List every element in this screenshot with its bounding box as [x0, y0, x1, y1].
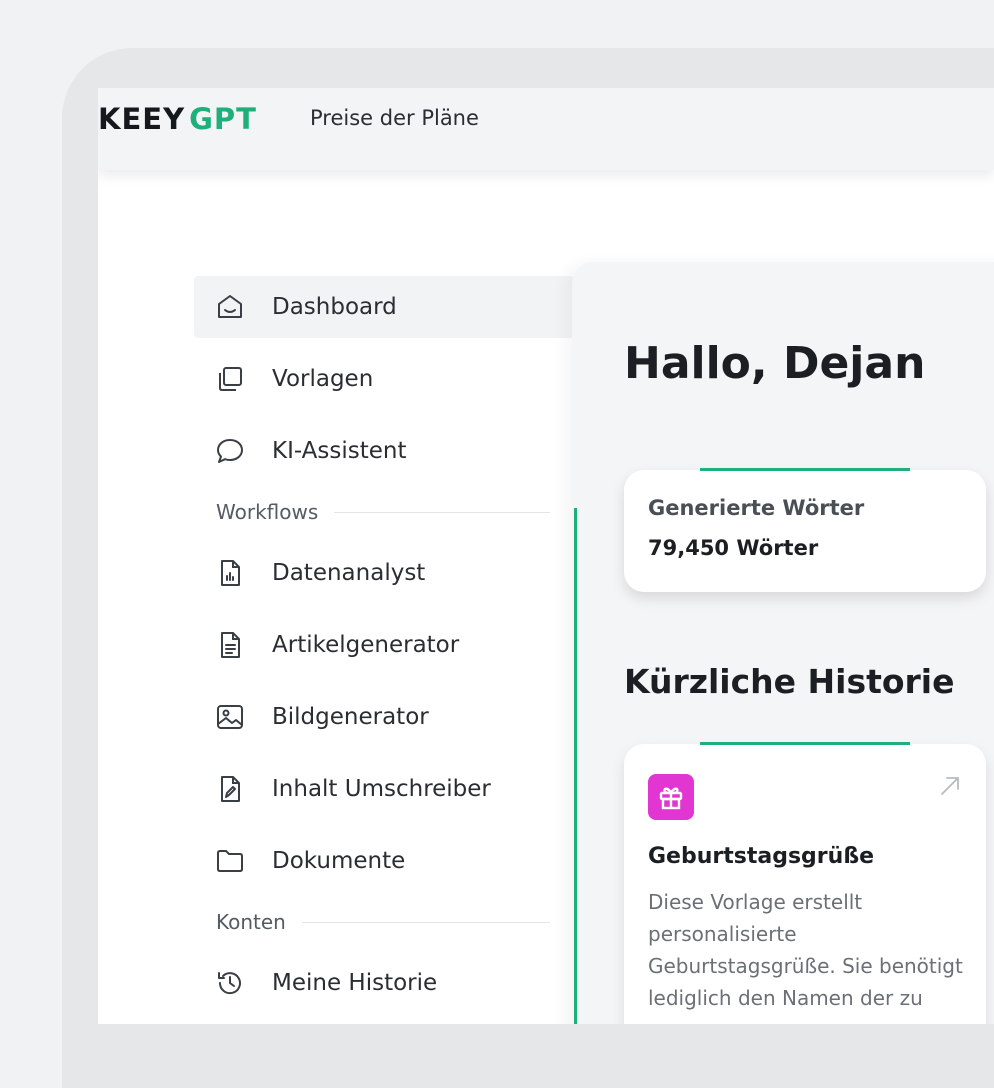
section-divider [334, 511, 550, 513]
sidebar-item-vorlagen[interactable]: Vorlagen [194, 348, 574, 410]
card-accent-bar [700, 468, 910, 471]
sidebar-item-artikelgenerator[interactable]: Artikelgenerator [194, 614, 574, 676]
history-icon [214, 967, 246, 999]
document-icon [214, 629, 246, 661]
section-label: Konten [216, 910, 286, 934]
gift-icon [648, 774, 694, 820]
sidebar-item-dokumente[interactable]: Dokumente [194, 830, 574, 892]
main-accent-line [574, 508, 577, 1024]
logo-text-right: GPT [189, 102, 257, 136]
sidebar-item-dashboard[interactable]: Dashboard [194, 276, 574, 338]
sidebar-item-label: Bildgenerator [272, 704, 429, 730]
chart-file-icon [214, 557, 246, 589]
top-bar: KEEY GPT Preise der Pläne [98, 88, 994, 170]
section-konten: Konten [194, 902, 574, 942]
edit-file-icon [214, 773, 246, 805]
dashboard-main: Hallo, Dejan Generierte Wörter 79,450 Wö… [572, 262, 994, 1024]
nav-plans-link[interactable]: Preise der Pläne [310, 106, 479, 130]
sidebar-item-label: Inhalt Umschreiber [272, 776, 491, 802]
history-card[interactable]: Geburtstagsgrüße Diese Vorlage erstellt … [624, 742, 986, 1024]
brand-logo[interactable]: KEEY GPT [98, 102, 257, 136]
sidebar: Dashboard Vorlagen KI-Assistent Workflow… [194, 276, 574, 1024]
stat-value: 79,450 Wörter [648, 536, 819, 560]
sidebar-item-bildgenerator[interactable]: Bildgenerator [194, 686, 574, 748]
logo-text-left: KEEY [98, 102, 186, 136]
sidebar-item-meine-historie[interactable]: Meine Historie [194, 952, 574, 1014]
history-title: Kürzliche Historie [624, 662, 955, 701]
open-arrow-icon[interactable] [938, 774, 962, 798]
section-divider [301, 921, 550, 923]
page-title: Hallo, Dejan [624, 338, 926, 389]
app-screen: KEEY GPT Preise der Pläne Dashboard Vorla… [98, 88, 994, 1024]
section-label: Workflows [216, 500, 319, 524]
sidebar-item-datenanalyst[interactable]: Datenanalyst [194, 542, 574, 604]
sidebar-item-label: Dashboard [272, 294, 397, 320]
sidebar-item-ki-assistent[interactable]: KI-Assistent [194, 420, 574, 482]
card-accent-bar [700, 742, 910, 745]
sidebar-item-label: Meine Historie [272, 970, 438, 996]
folder-icon [214, 845, 246, 877]
sidebar-item-label: Vorlagen [272, 366, 374, 392]
sidebar-item-label: Datenanalyst [272, 560, 426, 586]
sidebar-item-label: Artikelgenerator [272, 632, 460, 658]
stat-card-words: Generierte Wörter 79,450 Wörter [624, 468, 986, 592]
image-icon [214, 701, 246, 733]
history-card-title: Geburtstagsgrüße [648, 844, 875, 869]
templates-icon [214, 363, 246, 395]
sidebar-item-inhalt-umschreiber[interactable]: Inhalt Umschreiber [194, 758, 574, 820]
stat-label: Generierte Wörter [648, 496, 865, 520]
history-card-description: Diese Vorlage erstellt personalisierte G… [648, 890, 963, 1010]
home-icon [214, 291, 246, 323]
sidebar-item-label: Dokumente [272, 848, 406, 874]
section-workflows: Workflows [194, 492, 574, 532]
chat-icon [214, 435, 246, 467]
sidebar-item-label: KI-Assistent [272, 438, 407, 464]
